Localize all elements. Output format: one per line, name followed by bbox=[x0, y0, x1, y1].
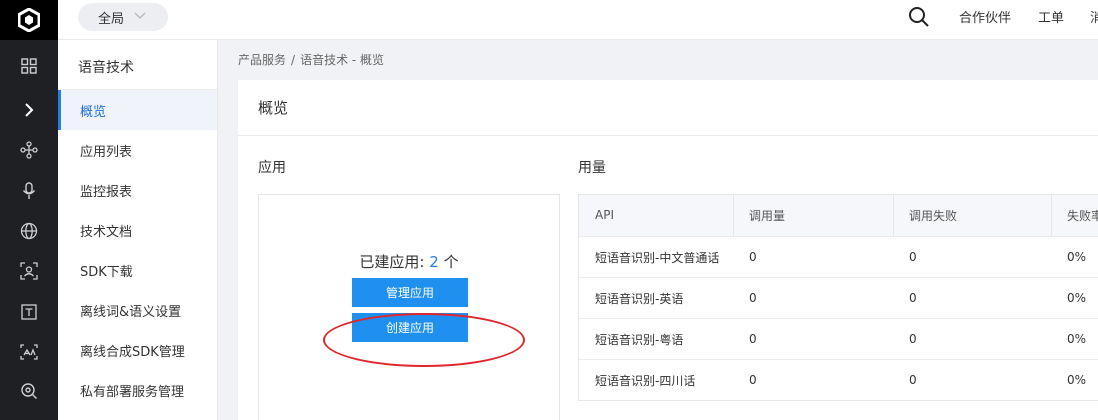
annotation-ellipse bbox=[323, 313, 525, 367]
overview-card: 概览 应用 用量 已建应用: 2 个 管理应用 创建应用 API 调用量 调用失… bbox=[238, 80, 1098, 420]
card-divider bbox=[238, 135, 1098, 136]
ticket-link[interactable]: 工单 bbox=[1038, 7, 1064, 26]
table-cell-api: 短语音识别-中文普通话 bbox=[595, 250, 720, 265]
apps-section-title: 应用 bbox=[258, 160, 286, 176]
table-cell-failures: 0 bbox=[909, 332, 917, 346]
table-cell-failures: 0 bbox=[909, 250, 917, 264]
table-cell-api: 短语音识别-英语 bbox=[595, 291, 684, 306]
top-bar: 全局 合作伙伴 工单 消 bbox=[58, 0, 1098, 40]
table-row: 短语音识别-四川话 0 0 0% bbox=[579, 359, 1098, 400]
search-icon[interactable] bbox=[908, 6, 930, 28]
table-cell-failure-rate: 0% bbox=[1067, 291, 1087, 305]
nodes-icon[interactable] bbox=[0, 130, 58, 170]
column-divider bbox=[733, 195, 734, 236]
usage-section-title: 用量 bbox=[578, 160, 606, 176]
sidebar-item-monitor[interactable]: 监控报表 bbox=[58, 170, 217, 210]
sidebar-title: 语音技术 bbox=[78, 60, 134, 76]
breadcrumb-item-current: 语音技术 - 概览 bbox=[300, 53, 385, 67]
column-header-failure-rate: 失败率 bbox=[1067, 208, 1098, 223]
logo-icon[interactable] bbox=[0, 0, 58, 40]
column-divider bbox=[1051, 195, 1052, 236]
image-text-icon[interactable] bbox=[0, 332, 58, 372]
sidebar-item-offline-words[interactable]: 离线词&语义设置 bbox=[58, 290, 217, 330]
sidebar-item-app-list[interactable]: 应用列表 bbox=[58, 130, 217, 170]
search-eye-icon[interactable] bbox=[0, 371, 58, 411]
table-cell-failures: 0 bbox=[909, 373, 917, 387]
microphone-icon[interactable] bbox=[0, 171, 58, 211]
sidebar-item-docs[interactable]: 技术文档 bbox=[58, 210, 217, 250]
table-cell-calls: 0 bbox=[749, 332, 757, 346]
chevron-right-icon[interactable] bbox=[0, 90, 58, 130]
breadcrumb-separator: / bbox=[291, 53, 296, 67]
table-cell-calls: 0 bbox=[749, 250, 757, 264]
table-row: 短语音识别-英语 0 0 0% bbox=[579, 277, 1098, 318]
secondary-sidebar: 语音技术 概览 应用列表 监控报表 技术文档 SDK下载 离线词&语义设置 离线… bbox=[58, 40, 218, 420]
icon-rail bbox=[0, 0, 58, 420]
breadcrumb-item-products[interactable]: 产品服务 bbox=[238, 53, 286, 67]
scan-face-icon[interactable] bbox=[0, 251, 58, 291]
table-cell-failure-rate: 0% bbox=[1067, 332, 1087, 346]
chevron-down-icon bbox=[134, 11, 146, 23]
table-cell-calls: 0 bbox=[749, 373, 757, 387]
usage-table: API 调用量 调用失败 失败率 短语音识别-中文普通话 0 0 0% 短语音识… bbox=[578, 194, 1098, 401]
globe-icon[interactable] bbox=[0, 211, 58, 251]
sidebar-item-offline-tts-sdk[interactable]: 离线合成SDK管理 bbox=[58, 330, 217, 370]
table-row: 短语音识别-粤语 0 0 0% bbox=[579, 318, 1098, 359]
table-row: 短语音识别-中文普通话 0 0 0% bbox=[579, 236, 1098, 277]
region-selector[interactable]: 全局 bbox=[78, 3, 168, 31]
manage-apps-button[interactable]: 管理应用 bbox=[352, 278, 468, 307]
table-cell-failure-rate: 0% bbox=[1067, 250, 1087, 264]
page-title: 概览 bbox=[258, 99, 289, 117]
app-count-number: 2 bbox=[429, 253, 439, 271]
region-label: 全局 bbox=[98, 11, 125, 27]
app-count-suffix: 个 bbox=[438, 253, 459, 271]
grid-icon[interactable] bbox=[0, 46, 58, 86]
message-link[interactable]: 消 bbox=[1090, 7, 1098, 26]
column-header-calls: 调用量 bbox=[749, 208, 786, 223]
table-cell-failure-rate: 0% bbox=[1067, 373, 1087, 387]
text-t-icon[interactable] bbox=[0, 292, 58, 332]
column-divider bbox=[893, 195, 894, 236]
sidebar-item-overview[interactable]: 概览 bbox=[58, 90, 217, 130]
breadcrumb: 产品服务 / 语音技术 - 概览 bbox=[238, 51, 384, 68]
sidebar-item-private-deploy[interactable]: 私有部署服务管理 bbox=[58, 370, 217, 410]
app-count-prefix: 已建应用: bbox=[359, 253, 430, 271]
app-count-text: 已建应用: 2 个 bbox=[259, 251, 559, 272]
column-header-api: API bbox=[595, 208, 614, 222]
table-cell-api: 短语音识别-四川话 bbox=[595, 373, 696, 388]
apps-panel: 已建应用: 2 个 管理应用 创建应用 bbox=[258, 194, 560, 420]
sidebar-item-sdk-download[interactable]: SDK下载 bbox=[58, 250, 217, 290]
table-cell-failures: 0 bbox=[909, 291, 917, 305]
table-header-row: API 调用量 调用失败 失败率 bbox=[579, 195, 1098, 236]
table-cell-api: 短语音识别-粤语 bbox=[595, 332, 684, 347]
partner-link[interactable]: 合作伙伴 bbox=[959, 7, 1011, 26]
table-cell-calls: 0 bbox=[749, 291, 757, 305]
column-header-failures: 调用失败 bbox=[909, 208, 958, 223]
